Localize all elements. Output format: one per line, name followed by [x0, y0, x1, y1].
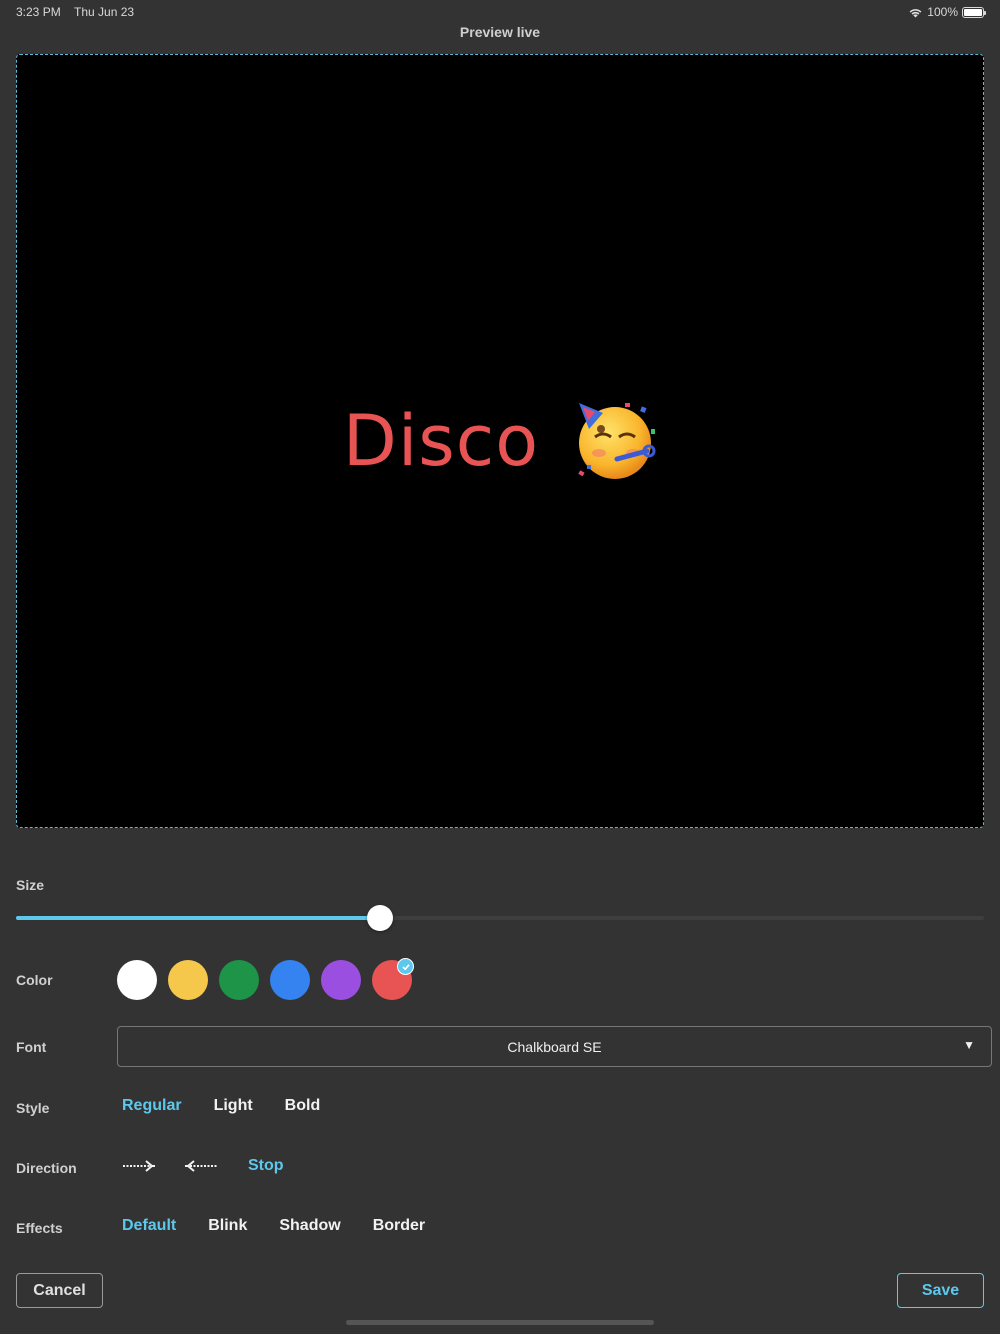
battery-percent: 100% [927, 5, 958, 19]
effects-label: Effects [16, 1220, 63, 1236]
color-swatches [117, 958, 414, 1000]
dropdown-arrow-icon: ▼ [963, 1038, 975, 1052]
direction-left-button[interactable] [184, 1159, 218, 1173]
font-dropdown-value: Chalkboard SE [507, 1038, 602, 1055]
direction-right-button[interactable] [122, 1159, 156, 1173]
direction-label: Direction [16, 1160, 77, 1176]
color-label: Color [16, 972, 53, 988]
size-label: Size [16, 877, 45, 893]
font-label: Font [16, 1039, 47, 1055]
home-indicator [346, 1320, 654, 1325]
effects-option-shadow[interactable]: Shadow [279, 1217, 340, 1235]
checkmark-icon [397, 958, 414, 975]
preview-text: Disco [342, 400, 540, 482]
partying-face-emoji-icon [573, 399, 657, 483]
effects-options: Default Blink Shadow Border [122, 1217, 425, 1235]
status-left: 3:23 PM Thu Jun 23 [16, 5, 134, 19]
style-option-regular[interactable]: Regular [122, 1097, 182, 1115]
arrow-right-icon [123, 1160, 155, 1172]
color-swatch[interactable] [270, 960, 310, 1000]
font-dropdown[interactable]: Chalkboard SE ▼ [117, 1026, 992, 1067]
color-swatch[interactable] [168, 960, 208, 1000]
status-right: 100% [908, 5, 986, 19]
color-swatch[interactable] [117, 960, 157, 1000]
effects-option-blink[interactable]: Blink [208, 1217, 247, 1235]
preview-canvas: Disco [16, 54, 984, 828]
effects-option-default[interactable]: Default [122, 1217, 176, 1235]
status-bar: 3:23 PM Thu Jun 23 100% [0, 0, 1000, 24]
size-slider-fill [16, 916, 380, 920]
style-options: Regular Light Bold [122, 1097, 320, 1115]
style-option-light[interactable]: Light [214, 1097, 253, 1115]
color-swatch[interactable] [321, 960, 361, 1000]
size-slider-thumb[interactable] [366, 905, 393, 931]
size-slider-track[interactable] [16, 916, 984, 920]
save-button[interactable]: Save [897, 1273, 984, 1308]
wifi-icon [909, 8, 922, 17]
color-swatch[interactable] [219, 960, 259, 1000]
preview-banner: Disco [343, 399, 657, 483]
battery-icon [962, 6, 986, 18]
effects-option-border[interactable]: Border [373, 1217, 425, 1235]
style-option-bold[interactable]: Bold [285, 1097, 321, 1115]
status-time: 3:23 PM [16, 5, 61, 19]
style-label: Style [16, 1100, 50, 1116]
direction-options: Stop [122, 1157, 284, 1175]
arrow-left-icon [185, 1160, 217, 1172]
page-title: Preview live [459, 24, 541, 40]
direction-option-stop[interactable]: Stop [248, 1157, 284, 1175]
color-swatch[interactable] [372, 958, 414, 1000]
cancel-button[interactable]: Cancel [16, 1273, 103, 1308]
status-date: Thu Jun 23 [74, 5, 135, 19]
